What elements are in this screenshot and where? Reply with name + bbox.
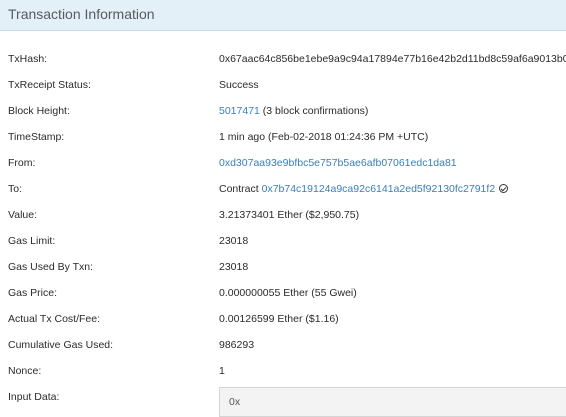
input-data-value: 0x [229, 396, 241, 408]
check-circle-icon [499, 184, 509, 193]
block-height-value: 5017471 (3 block confirmations) [219, 105, 368, 117]
tx-fee-label: Actual Tx Cost/Fee: [8, 313, 101, 325]
txhash-label: TxHash: [8, 53, 48, 65]
gas-limit-label: Gas Limit: [8, 235, 56, 247]
from-address-link[interactable]: 0xd307aa93e9bfbc5e757b5ae6afb07061edc1da… [219, 157, 457, 169]
txhash-value: 0x67aac64c856be1ebe9a9c94a17894e77b16e42… [219, 53, 566, 65]
row-gas-price: Gas Price: 0.000000055 Ether (55 Gwei) [0, 280, 566, 306]
block-height-link[interactable]: 5017471 [219, 105, 260, 117]
receipt-status-label: TxReceipt Status: [8, 79, 91, 91]
row-nonce: Nonce: 1 [0, 358, 566, 384]
row-from: From: 0xd307aa93e9bfbc5e757b5ae6afb07061… [0, 150, 566, 176]
timestamp-value: 1 min ago (Feb-02-2018 01:24:36 PM +UTC) [219, 131, 429, 143]
row-value: Value: 3.21373401 Ether ($2,950.75) [0, 202, 566, 228]
row-to: To: Contract 0x7b74c19124a9ca92c6141a2ed… [0, 176, 566, 202]
timestamp-label: TimeStamp: [8, 131, 65, 143]
row-block-height: Block Height: 5017471 (3 block confirmat… [0, 98, 566, 124]
input-data-field[interactable]: 0x [219, 387, 566, 417]
gas-used-label: Gas Used By Txn: [8, 261, 94, 273]
to-value: Contract 0x7b74c19124a9ca92c6141a2ed5f92… [219, 183, 509, 195]
receipt-status-value: Success [219, 79, 259, 91]
nonce-label: Nonce: [8, 365, 42, 377]
gas-price-value: 0.000000055 Ether (55 Gwei) [219, 287, 357, 299]
row-gas-limit: Gas Limit: 23018 [0, 228, 566, 254]
nonce-value: 1 [219, 365, 225, 377]
tx-fee-value: 0.00126599 Ether ($1.16) [219, 313, 339, 325]
gas-used-value: 23018 [219, 261, 249, 273]
row-tx-fee: Actual Tx Cost/Fee: 0.00126599 Ether ($1… [0, 306, 566, 332]
value-label: Value: [8, 209, 37, 221]
block-confirmations: (3 block confirmations) [259, 105, 369, 117]
to-contract-prefix: Contract [219, 183, 262, 195]
block-height-label: Block Height: [8, 105, 70, 117]
to-address-link[interactable]: 0x7b74c19124a9ca92c6141a2ed5f92130fc2791… [262, 183, 496, 195]
panel-header: Transaction Information [0, 0, 566, 31]
row-txhash: TxHash: 0x67aac64c856be1ebe9a9c94a17894e… [0, 46, 566, 72]
cumulative-gas-value: 986293 [219, 339, 255, 351]
input-data-label: Input Data: [8, 391, 60, 403]
from-label: From: [8, 157, 36, 169]
from-value: 0xd307aa93e9bfbc5e757b5ae6afb07061edc1da… [219, 157, 457, 169]
gas-limit-value: 23018 [219, 235, 249, 247]
gas-price-label: Gas Price: [8, 287, 58, 299]
row-cumulative-gas: Cumulative Gas Used: 986293 [0, 332, 566, 358]
cumulative-gas-label: Cumulative Gas Used: [8, 339, 114, 351]
row-timestamp: TimeStamp: 1 min ago (Feb-02-2018 01:24:… [0, 124, 566, 150]
row-gas-used: Gas Used By Txn: 23018 [0, 254, 566, 280]
panel-title: Transaction Information [8, 6, 155, 22]
to-label: To: [8, 183, 23, 195]
row-receipt-status: TxReceipt Status: Success [0, 72, 566, 98]
value-amount: 3.21373401 Ether ($2,950.75) [219, 209, 360, 221]
